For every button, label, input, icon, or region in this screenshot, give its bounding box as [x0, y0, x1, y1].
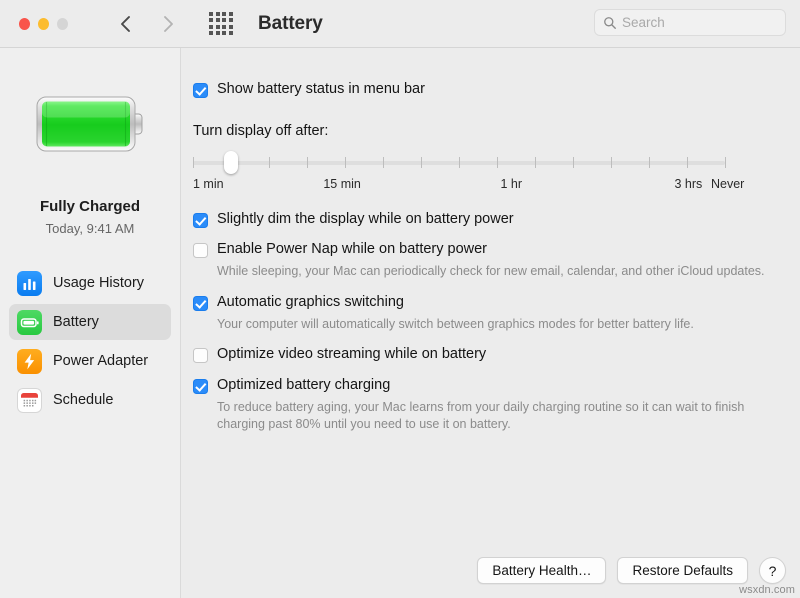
dim-display-checkbox[interactable] [193, 213, 208, 228]
window-toolbar: Battery [0, 0, 800, 48]
search-field[interactable] [594, 9, 786, 36]
sidebar-item-label: Battery [53, 314, 99, 330]
large-battery-icon [36, 96, 143, 152]
slider-tick [421, 157, 422, 168]
option-row-optimized-charging[interactable]: Optimized battery charging [193, 377, 800, 394]
traffic-light-controls [0, 17, 68, 30]
slider-tick [459, 157, 460, 168]
show-battery-status-checkbox[interactable] [193, 83, 208, 98]
slider-tick [383, 157, 384, 168]
option-row-graphics-switching[interactable]: Automatic graphics switching [193, 294, 800, 311]
slider-tick [611, 157, 612, 168]
battery-status-graphic [31, 88, 149, 160]
show-battery-status-label: Show battery status in menu bar [217, 81, 425, 97]
navigation-controls [115, 13, 179, 35]
sidebar-nav-list: Usage History Battery Power Adapter Sche… [0, 265, 180, 418]
page-title: Battery [258, 12, 323, 34]
show-battery-status-row[interactable]: Show battery status in menu bar [193, 81, 800, 98]
graphics-switching-checkbox[interactable] [193, 295, 208, 311]
slider-label: 3 hrs [674, 177, 703, 191]
sidebar-item-power-adapter[interactable]: Power Adapter [9, 343, 171, 379]
graphics-switching-hint: Your computer will automatically switch … [217, 316, 694, 331]
back-chevron-icon[interactable] [115, 13, 137, 35]
battery-preferences-window: Battery Search Fully Charged Today, 9:41… [0, 0, 800, 598]
turn-display-off-label: Turn display off after: [193, 123, 329, 139]
slider-tick [573, 157, 574, 168]
sidebar-item-label: Usage History [53, 275, 145, 291]
slider-tick [193, 157, 194, 168]
battery-status-subtitle: Today, 9:41 AM [45, 221, 135, 236]
footer-button-bar: Battery Health… Restore Defaults ? [477, 557, 786, 584]
show-all-preferences-grid-icon[interactable] [209, 11, 236, 36]
slider-tick [269, 157, 270, 168]
slider-label: 1 min [193, 177, 224, 191]
minimize-window-button[interactable] [38, 17, 49, 30]
main-content: Show battery status in menu bar Turn dis… [181, 48, 800, 598]
optimize-video-label: Optimize video streaming while on batter… [217, 346, 487, 362]
close-window-button[interactable] [19, 17, 30, 30]
zoom-window-button[interactable] [57, 17, 68, 30]
battery-icon [17, 309, 42, 335]
window-body: Fully Charged Today, 9:41 AM Usage Histo… [0, 48, 800, 598]
option-row-dim-display[interactable]: Slightly dim the display while on batter… [193, 211, 800, 228]
optimized-charging-hint: To reduce battery aging, your Mac learns… [217, 400, 745, 431]
sidebar-item-label: Schedule [53, 392, 114, 408]
search-input[interactable] [622, 15, 772, 30]
graphics-switching-label: Automatic graphics switching [217, 293, 404, 310]
slider-label: Never [711, 177, 745, 191]
sidebar-item-usage-history[interactable]: Usage History [9, 265, 171, 301]
power-nap-hint: While sleeping, your Mac can periodicall… [217, 264, 765, 278]
search-icon [604, 16, 616, 29]
power-adapter-icon [17, 348, 42, 374]
optimized-charging-label: Optimized battery charging [217, 377, 391, 393]
slider-tick [725, 157, 726, 168]
watermark: wsxdn.com [739, 584, 795, 596]
option-row-power-nap[interactable]: Enable Power Nap while on battery power [193, 241, 800, 258]
slider-tick [497, 157, 498, 168]
battery-options-list: Slightly dim the display while on batter… [193, 211, 800, 432]
option-row-optimize-video[interactable]: Optimize video streaming while on batter… [193, 346, 800, 363]
restore-defaults-button[interactable]: Restore Defaults [617, 557, 748, 584]
help-button[interactable]: ? [759, 557, 786, 584]
sidebar-item-label: Power Adapter [53, 353, 149, 369]
slider-value-labels: 1 min 15 min 1 hr 3 hrs Never [193, 177, 753, 193]
slider-tick [687, 157, 688, 168]
dim-display-label: Slightly dim the display while on batter… [217, 211, 514, 227]
slider-label: 15 min [323, 177, 361, 191]
slider-tick [535, 157, 536, 168]
slider-tick-marks [193, 157, 726, 169]
sidebar: Fully Charged Today, 9:41 AM Usage Histo… [0, 48, 181, 598]
sidebar-item-battery[interactable]: Battery [9, 304, 171, 340]
slider-tick [649, 157, 650, 168]
usage-history-icon [17, 270, 42, 296]
slider-tick [307, 157, 308, 168]
battery-status-title: Fully Charged [39, 198, 140, 215]
slider-thumb[interactable] [223, 151, 238, 174]
slider-label: 1 hr [500, 177, 523, 191]
optimized-charging-checkbox[interactable] [193, 379, 208, 394]
turn-display-off-slider[interactable] [193, 151, 726, 174]
schedule-icon [17, 387, 42, 413]
battery-health-button[interactable]: Battery Health… [477, 557, 607, 584]
power-nap-label: Enable Power Nap while on battery power [217, 241, 488, 257]
optimize-video-checkbox[interactable] [193, 348, 208, 363]
slider-tick [345, 157, 346, 168]
forward-chevron-icon[interactable] [157, 13, 179, 35]
turn-display-off-group: Turn display off after: 1 min 15 min 1 hr 3… [193, 123, 800, 193]
power-nap-checkbox[interactable] [193, 243, 208, 258]
sidebar-item-schedule[interactable]: Schedule [9, 382, 171, 418]
